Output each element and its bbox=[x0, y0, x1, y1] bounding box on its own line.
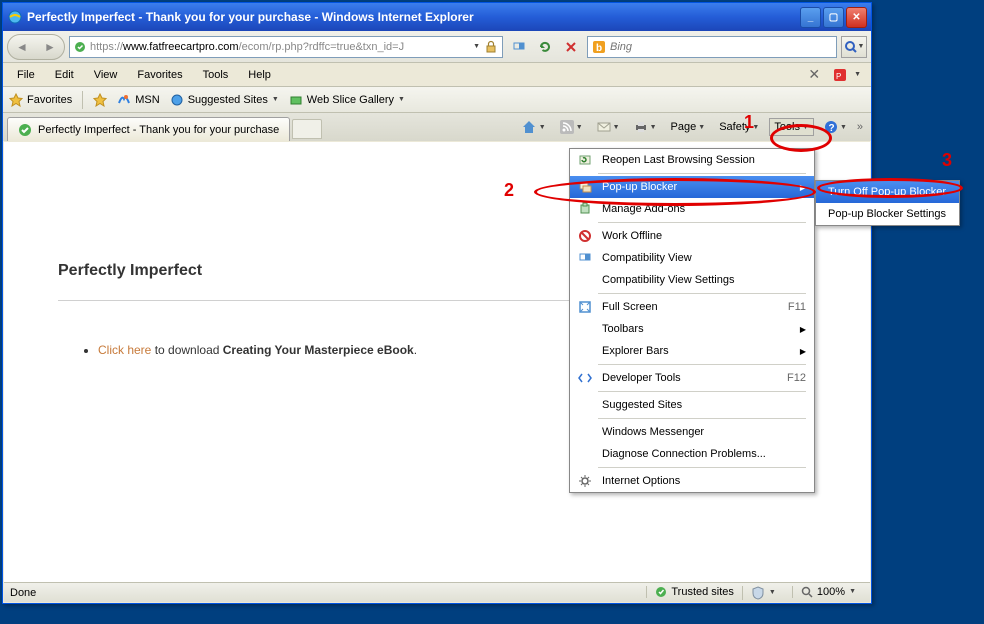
dd-popup-blocker[interactable]: Pop-up Blocker ▶ bbox=[570, 176, 814, 198]
menu-help[interactable]: Help bbox=[238, 67, 281, 83]
tools-dropdown: Reopen Last Browsing Session Pop-up Bloc… bbox=[569, 148, 815, 493]
addons-icon bbox=[576, 202, 594, 216]
dd-messenger[interactable]: Windows Messenger bbox=[570, 421, 814, 443]
dd-compat-view[interactable]: Compatibility View bbox=[570, 247, 814, 269]
maximize-button[interactable]: ▢ bbox=[823, 7, 844, 28]
svg-text:?: ? bbox=[828, 123, 834, 134]
window-controls: _ ▢ ✕ bbox=[800, 7, 867, 28]
dd-internet-options[interactable]: Internet Options bbox=[570, 470, 814, 492]
menubar: File Edit View Favorites Tools Help ✕ P … bbox=[3, 63, 871, 87]
svg-text:P: P bbox=[836, 72, 841, 81]
popup-submenu: Turn Off Pop-up Blocker Pop-up Blocker S… bbox=[815, 180, 960, 226]
menu-view[interactable]: View bbox=[84, 67, 128, 83]
reopen-icon bbox=[576, 153, 594, 167]
minimize-button[interactable]: _ bbox=[800, 7, 821, 28]
ie-icon bbox=[7, 9, 23, 25]
dd-turn-off-popup[interactable]: Turn Off Pop-up Blocker bbox=[816, 181, 959, 203]
padlock-icon bbox=[484, 40, 498, 54]
cmd-help[interactable]: ?▼ bbox=[820, 118, 851, 136]
new-tab-button[interactable] bbox=[292, 119, 322, 139]
favorites-bar: Favorites MSN Suggested Sites ▼ Web Slic… bbox=[3, 87, 871, 113]
search-input[interactable] bbox=[610, 41, 832, 53]
back-button[interactable]: ◄ bbox=[16, 40, 28, 54]
cmd-overflow[interactable]: » bbox=[857, 121, 863, 133]
cmd-mail[interactable]: ▼ bbox=[593, 118, 624, 136]
lock-icon bbox=[74, 41, 86, 53]
address-url[interactable]: https://www.fatfreecartpro.com/ecom/rp.p… bbox=[90, 41, 469, 53]
dd-popup-settings[interactable]: Pop-up Blocker Settings bbox=[816, 203, 959, 225]
dd-fullscreen[interactable]: Full Screen F11 bbox=[570, 296, 814, 318]
status-protected-mode[interactable]: ▼ bbox=[742, 586, 792, 600]
compat-icon bbox=[576, 251, 594, 265]
submenu-arrow-icon: ▶ bbox=[800, 183, 806, 192]
pdf-icon[interactable]: P bbox=[832, 67, 848, 83]
search-button[interactable]: ▼ bbox=[841, 36, 867, 58]
menu-file[interactable]: File bbox=[7, 67, 45, 83]
gear-icon bbox=[576, 474, 594, 488]
dd-toolbars[interactable]: Toolbars ▶ bbox=[570, 318, 814, 340]
dd-manage-addons[interactable]: Manage Add-ons bbox=[570, 198, 814, 220]
svg-text:b: b bbox=[596, 43, 602, 54]
menu-edit[interactable]: Edit bbox=[45, 67, 84, 83]
window-title: Perfectly Imperfect - Thank you for your… bbox=[27, 10, 800, 24]
popup-blocker-icon bbox=[576, 180, 594, 194]
tab-check-icon bbox=[18, 123, 32, 137]
cmd-feeds[interactable]: ▼ bbox=[556, 118, 587, 136]
cmd-page[interactable]: Page▼ bbox=[667, 119, 710, 135]
annotation-number-3: 3 bbox=[942, 150, 952, 171]
bing-icon: b bbox=[592, 40, 606, 54]
stop-button[interactable] bbox=[559, 36, 583, 58]
titlebar: Perfectly Imperfect - Thank you for your… bbox=[3, 3, 871, 31]
pdf-dropdown-icon[interactable]: ▼ bbox=[854, 71, 861, 78]
nav-arrows: ◄ ► bbox=[7, 34, 65, 60]
click-here-link[interactable]: Click here bbox=[98, 343, 151, 357]
devtools-icon bbox=[576, 371, 594, 385]
fullscreen-icon bbox=[576, 300, 594, 314]
dd-compat-settings[interactable]: Compatibility View Settings bbox=[570, 269, 814, 291]
favorites-button[interactable]: Favorites bbox=[9, 93, 72, 107]
tab-bar: Perfectly Imperfect - Thank you for your… bbox=[3, 113, 871, 141]
cmd-home[interactable]: ▼ bbox=[517, 117, 550, 137]
fav-star-add[interactable] bbox=[93, 93, 107, 107]
menu-tools[interactable]: Tools bbox=[193, 67, 239, 83]
fav-msn[interactable]: MSN bbox=[117, 93, 159, 107]
forward-button[interactable]: ► bbox=[44, 40, 56, 54]
search-bar[interactable]: b bbox=[587, 36, 837, 58]
dd-reopen-session[interactable]: Reopen Last Browsing Session bbox=[570, 149, 814, 171]
nav-icon-row bbox=[507, 36, 583, 58]
status-zoom[interactable]: 100% ▼ bbox=[792, 586, 864, 598]
active-tab[interactable]: Perfectly Imperfect - Thank you for your… bbox=[7, 117, 290, 141]
address-bar[interactable]: https://www.fatfreecartpro.com/ecom/rp.p… bbox=[69, 36, 503, 58]
cmd-tools[interactable]: Tools▼ bbox=[769, 118, 814, 136]
fav-web-slice[interactable]: Web Slice Gallery ▼ bbox=[289, 93, 405, 107]
fav-suggested-sites[interactable]: Suggested Sites ▼ bbox=[170, 93, 279, 107]
dd-work-offline[interactable]: Work Offline bbox=[570, 225, 814, 247]
navbar: ◄ ► https://www.fatfreecartpro.com/ecom/… bbox=[3, 31, 871, 63]
status-done: Done bbox=[10, 587, 36, 599]
dd-devtools[interactable]: Developer Tools F12 bbox=[570, 367, 814, 389]
dd-diagnose[interactable]: Diagnose Connection Problems... bbox=[570, 443, 814, 465]
tab-title: Perfectly Imperfect - Thank you for your… bbox=[38, 124, 279, 136]
toolbar-close-icon[interactable]: ✕ bbox=[802, 66, 826, 83]
status-bar: Done Trusted sites ▼ 100% ▼ bbox=[4, 582, 870, 602]
cmd-safety[interactable]: Safety▼ bbox=[715, 119, 763, 135]
menu-favorites[interactable]: Favorites bbox=[127, 67, 192, 83]
status-trusted: Trusted sites bbox=[646, 586, 742, 598]
dd-suggested-sites[interactable]: Suggested Sites bbox=[570, 394, 814, 416]
offline-icon bbox=[576, 229, 594, 243]
compat-view-button[interactable] bbox=[507, 36, 531, 58]
close-button[interactable]: ✕ bbox=[846, 7, 867, 28]
dd-explorer-bars[interactable]: Explorer Bars ▶ bbox=[570, 340, 814, 362]
addr-dropdown-icon[interactable]: ▼ bbox=[473, 43, 480, 50]
command-bar: ▼ ▼ ▼ ▼ Page▼ Safety▼ Tools▼ ?▼ » bbox=[517, 117, 867, 141]
cmd-print[interactable]: ▼ bbox=[630, 118, 661, 136]
refresh-button[interactable] bbox=[533, 36, 557, 58]
